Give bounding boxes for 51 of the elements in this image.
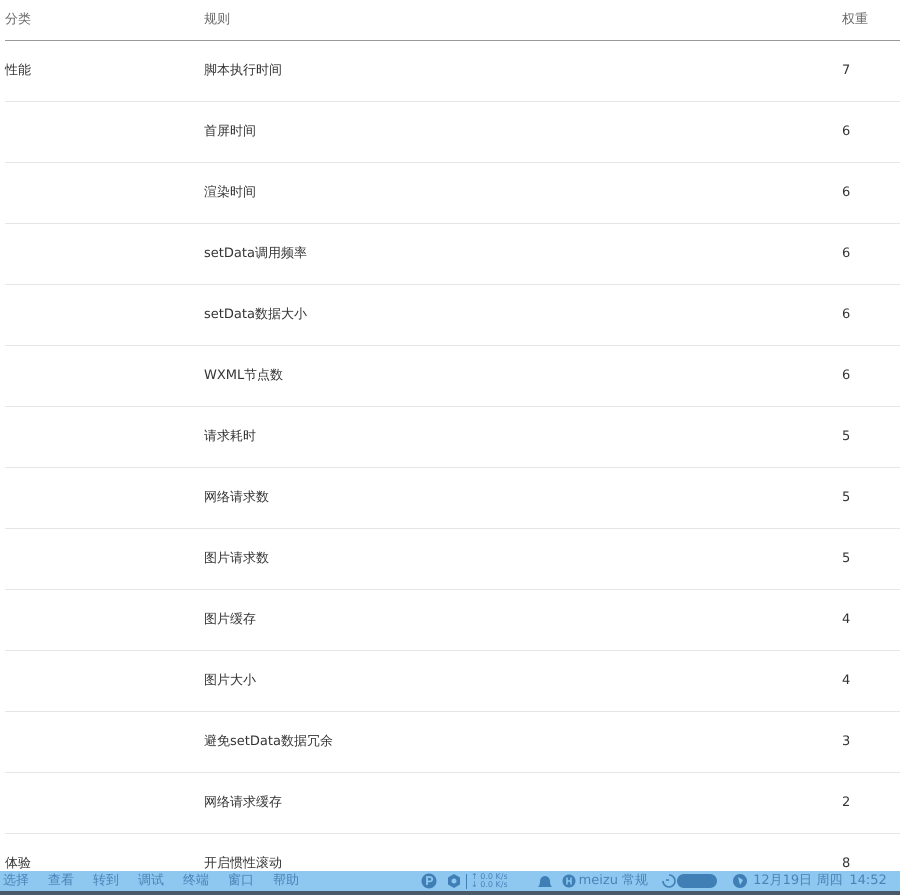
- h-circle-icon[interactable]: [562, 873, 576, 889]
- table-cell: 避免setData数据冗余: [204, 734, 333, 750]
- menu-item[interactable]: 选择: [3, 871, 29, 891]
- table-cell: 4: [842, 612, 850, 628]
- table-cell: setData调用频率: [204, 246, 307, 262]
- table-cell: 5: [842, 551, 850, 566]
- column-header: 规则: [204, 12, 230, 28]
- menu-item[interactable]: 窗口: [228, 871, 254, 891]
- menu-item[interactable]: 终端: [183, 871, 209, 891]
- date-text: 12月19日 周四: [753, 872, 842, 890]
- table-cell: 6: [842, 307, 850, 322]
- toggle-pill-icon[interactable]: [677, 873, 718, 889]
- column-header: 权重: [842, 12, 868, 28]
- table-cell: WXML节点数: [204, 368, 284, 384]
- column-header: 分类: [5, 12, 31, 28]
- table-cell: 图片大小: [204, 673, 256, 688]
- table-cell: 6: [842, 246, 850, 262]
- menu-item[interactable]: 转到: [93, 871, 119, 891]
- table-cell: 体验: [5, 856, 31, 872]
- hexagon-icon[interactable]: [447, 873, 461, 889]
- table-cell: 4: [842, 673, 850, 688]
- timer-icon[interactable]: [661, 873, 678, 889]
- table-cell: 首屏时间: [204, 124, 256, 140]
- table-cell: 图片请求数: [204, 551, 269, 566]
- menu-item[interactable]: 帮助: [273, 871, 299, 891]
- table-cell: 5: [842, 490, 850, 506]
- clock-text: 14:52: [849, 872, 887, 890]
- menu-item[interactable]: 调试: [138, 871, 164, 891]
- table-cell: 6: [842, 124, 850, 140]
- bell-icon[interactable]: [536, 873, 554, 889]
- table-cell: 5: [842, 429, 850, 444]
- table-cell: 2: [842, 795, 850, 810]
- table-cell: 请求耗时: [204, 429, 256, 444]
- parking-icon[interactable]: [421, 873, 437, 889]
- table-cell: setData数据大小: [204, 307, 307, 322]
- upload-speed: ↑ 0.0 K/s: [471, 873, 508, 881]
- table-cell: 脚本执行时间: [204, 63, 282, 78]
- table-cell: 开启惯性滚动: [204, 856, 282, 872]
- table-cell: 3: [842, 734, 850, 750]
- table-cell: 8: [842, 856, 850, 872]
- table-cell: 网络请求缓存: [204, 795, 282, 810]
- input-method[interactable]: meizu 常规: [578, 871, 648, 891]
- menu-item[interactable]: 查看: [48, 871, 74, 891]
- table-cell: 图片缓存: [204, 612, 256, 628]
- table-cell: 7: [842, 63, 850, 78]
- table-cell: 6: [842, 368, 850, 384]
- table-cell: 性能: [5, 63, 31, 78]
- download-speed: ↓ 0.0 K/s: [471, 881, 508, 889]
- table-cell: 6: [842, 185, 850, 200]
- table-cell: 渲染时间: [204, 185, 256, 200]
- table-cell: 网络请求数: [204, 490, 269, 506]
